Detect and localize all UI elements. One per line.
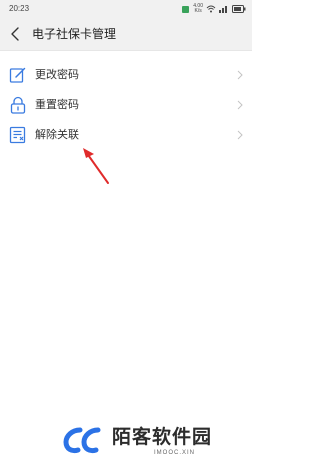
network-speed-unit: K/s bbox=[194, 8, 202, 14]
signal-icon bbox=[219, 6, 227, 13]
status-time: 20:23 bbox=[9, 4, 30, 13]
settings-menu: 更改密码 重置密码 解除关联 bbox=[0, 60, 252, 150]
sim-icon bbox=[182, 5, 190, 13]
network-speed: 4.00 K/s bbox=[193, 4, 203, 14]
header-divider bbox=[0, 50, 252, 51]
menu-item-label: 解除关联 bbox=[35, 128, 79, 141]
watermark-logo-icon bbox=[63, 427, 101, 454]
edit-icon bbox=[9, 67, 26, 83]
watermark-subtext: IMOOC.XIN bbox=[154, 450, 196, 456]
chevron-right-icon bbox=[237, 70, 243, 80]
unlink-document-icon bbox=[9, 126, 26, 144]
page-title: 电子社保卡管理 bbox=[32, 27, 117, 41]
wifi-icon bbox=[206, 5, 216, 13]
chevron-right-icon bbox=[237, 100, 243, 110]
menu-item-reset-password[interactable]: 重置密码 bbox=[0, 90, 252, 120]
watermark-text: 陌客软件园 bbox=[112, 426, 213, 448]
chevron-right-icon bbox=[237, 130, 243, 140]
app-header: 电子社保卡管理 bbox=[0, 18, 252, 50]
lock-icon bbox=[10, 96, 26, 114]
menu-item-label: 更改密码 bbox=[35, 68, 79, 81]
battery-icon bbox=[232, 5, 246, 13]
menu-item-label: 重置密码 bbox=[35, 98, 79, 111]
status-icons: 4.00 K/s bbox=[182, 3, 246, 15]
watermark: 陌客软件园 IMOOC.XIN bbox=[60, 420, 250, 466]
menu-item-unlink[interactable]: 解除关联 bbox=[0, 120, 252, 150]
menu-item-change-password[interactable]: 更改密码 bbox=[0, 60, 252, 90]
back-arrow-icon[interactable] bbox=[8, 26, 24, 42]
status-bar: 20:23 4.00 K/s bbox=[0, 0, 252, 18]
